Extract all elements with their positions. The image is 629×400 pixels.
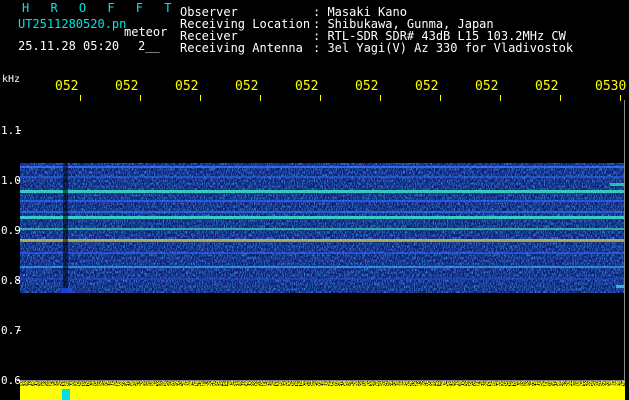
station-title: H R O F F T [22, 1, 179, 15]
file-name: UT2511280520.pn [18, 17, 127, 31]
interference-gap [63, 163, 68, 298]
x-tick-label: 052 [295, 79, 319, 94]
spectrogram [20, 163, 625, 298]
antenna-label: Receiving Antenna [180, 41, 303, 55]
x-tick-label: 052 [115, 79, 139, 94]
mode-label: meteor [124, 25, 168, 39]
x-tick-label: 052 [415, 79, 439, 94]
x-tick-label: 052 [535, 79, 559, 94]
date-time: 25.11.28 05:20 [18, 39, 120, 53]
level-strip [20, 381, 625, 400]
plot-frame-right [624, 100, 625, 380]
code-value: 2__ [138, 39, 160, 53]
x-tick-label: 052 [55, 79, 79, 94]
x-tick-label: 0530 [595, 79, 627, 94]
antenna-value: : 3el Yagi(V) Az 330 for Vladivostok [313, 41, 574, 55]
x-tick-label: 052 [175, 79, 199, 94]
x-tick-label: 052 [475, 79, 499, 94]
x-tick-label: 052 [235, 79, 259, 94]
unit-label: kHz [2, 74, 21, 85]
x-tick-label: 052 [355, 79, 379, 94]
level-marker [62, 389, 70, 400]
